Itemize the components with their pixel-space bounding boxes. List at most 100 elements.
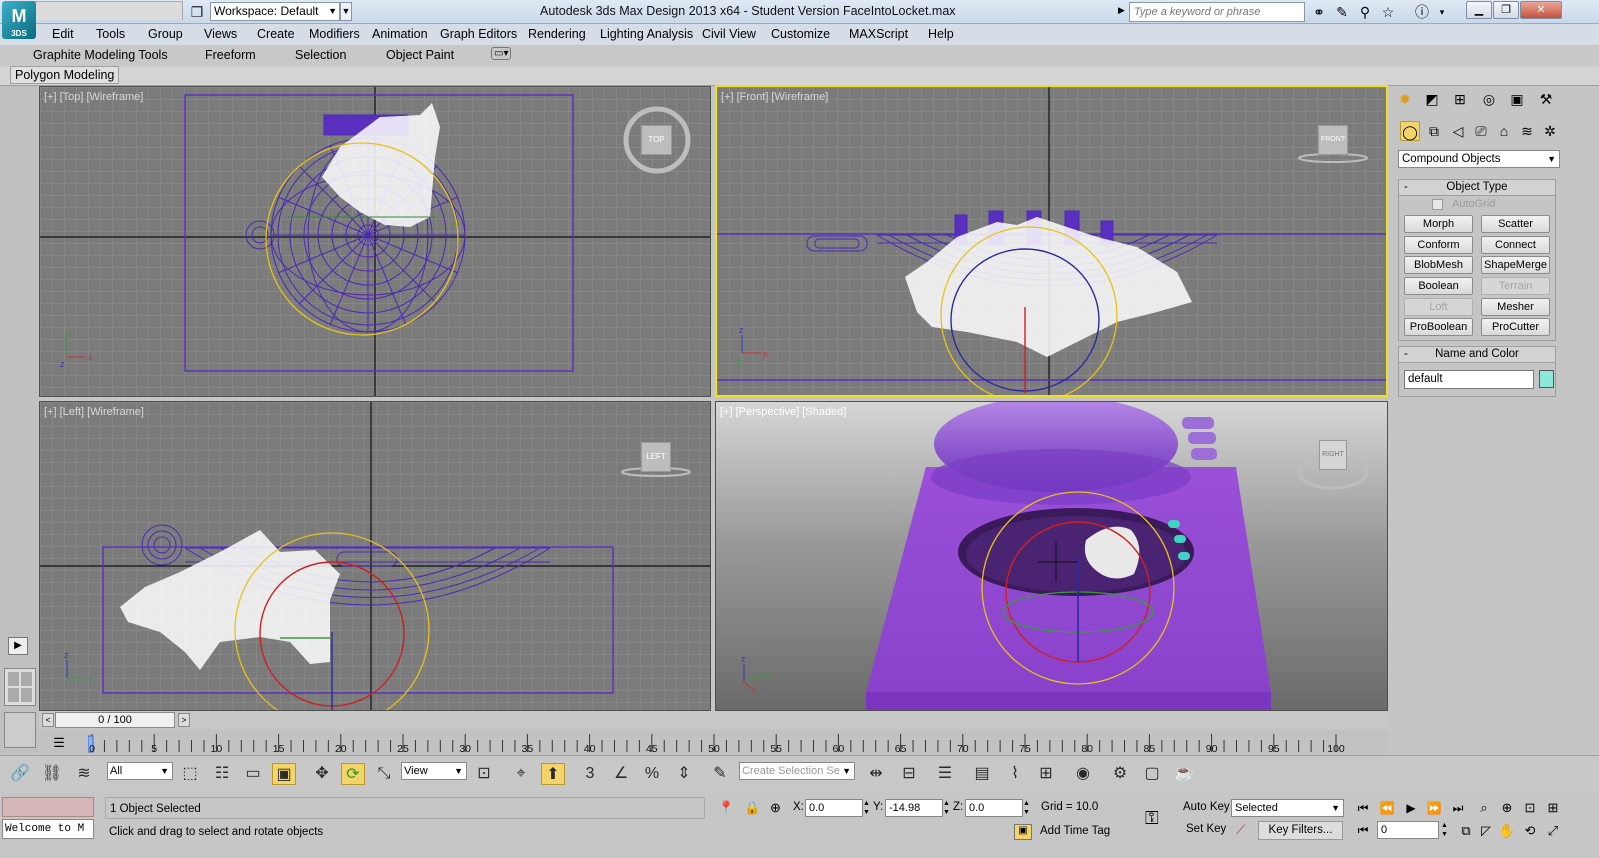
y-coordinate-field[interactable]: -14.98 xyxy=(885,799,943,817)
utilities-tab-icon[interactable]: ⚒ xyxy=(1536,89,1556,109)
go-to-start-icon[interactable]: ⏮ xyxy=(1352,800,1374,816)
selection-lock-icon[interactable]: 🔒 xyxy=(744,800,760,816)
time-slider-prev-button[interactable]: < xyxy=(42,713,54,727)
time-tag-icon[interactable]: ▣ xyxy=(1014,824,1032,840)
x-coordinate-field[interactable]: 0.0 xyxy=(805,799,863,817)
schematic-view-icon[interactable]: ⊞ xyxy=(1034,763,1058,785)
zoom-extents-all-icon[interactable]: ⊞ xyxy=(1543,799,1563,817)
zoom-extents-icon[interactable]: ⊡ xyxy=(1520,799,1540,817)
viewcube-top[interactable]: TOP xyxy=(641,125,672,155)
shapes-icon[interactable]: ⧉ xyxy=(1424,121,1444,141)
motion-tab-icon[interactable]: ◎ xyxy=(1479,89,1499,109)
select-object-icon[interactable]: ⬚ xyxy=(178,763,202,785)
viewcube-left[interactable]: LEFT xyxy=(641,442,671,472)
selection-filter-dropdown[interactable]: All ▼ xyxy=(107,762,173,780)
single-viewport-layout-icon[interactable] xyxy=(4,712,36,748)
time-configuration-icon[interactable]: ⧉ xyxy=(1456,822,1476,840)
workspace-dropdown[interactable]: Workspace: Default ▼ xyxy=(210,2,340,21)
time-slider-thumb[interactable]: 0 / 100 xyxy=(55,712,175,728)
loft-button[interactable]: Loft xyxy=(1404,298,1473,316)
menu-tools[interactable]: Tools xyxy=(96,27,125,41)
edit-named-selection-icon[interactable]: ✎ xyxy=(708,763,732,785)
space-warps-icon[interactable]: ≋ xyxy=(1517,121,1537,141)
render-setup-icon[interactable]: ⚙ xyxy=(1108,763,1132,785)
maximize-button[interactable]: ❐ xyxy=(1493,1,1519,19)
viewport-perspective[interactable]: zy [+] [Perspective] [Shaded] RIGHT xyxy=(715,401,1388,711)
play-icon[interactable]: ▶ xyxy=(1400,800,1422,816)
shapemerge-button[interactable]: ShapeMerge xyxy=(1481,256,1550,274)
next-frame-icon[interactable]: ⏩ xyxy=(1423,800,1445,816)
angle-snap-icon[interactable]: ∠ xyxy=(609,763,633,785)
field-of-view-icon[interactable]: ◸ xyxy=(1476,822,1496,840)
viewport-top[interactable]: y x z [+] [Top] [Wireframe] TOP xyxy=(39,86,711,397)
menu-maxscript[interactable]: MAXScript xyxy=(849,27,908,41)
object-category-dropdown[interactable]: Compound Objects ▼ xyxy=(1398,150,1560,168)
window-crossing-icon[interactable]: ▣ xyxy=(272,763,296,785)
helpers-icon[interactable]: ⌂ xyxy=(1494,121,1514,141)
z-coordinate-field[interactable]: 0.0 xyxy=(965,799,1023,817)
z-spinner[interactable]: ▲ ▼ xyxy=(1023,799,1031,817)
select-and-link-icon[interactable]: 🔗 xyxy=(8,763,32,785)
maximize-viewport-icon[interactable]: ⤢ xyxy=(1543,822,1563,840)
object-type-rollout-header[interactable]: - Object Type xyxy=(1398,179,1556,196)
menu-rendering[interactable]: Rendering xyxy=(528,27,586,41)
rendered-frame-window-icon[interactable]: ▢ xyxy=(1140,763,1164,785)
maxscript-mini-listener-input[interactable]: Welcome to M xyxy=(2,819,94,839)
named-selection-sets-dropdown[interactable]: Create Selection Se ▼ xyxy=(739,762,855,780)
frame-spinner[interactable]: ▲ ▼ xyxy=(1441,821,1449,839)
pivot-center-icon[interactable]: ⊡ xyxy=(472,763,496,785)
menu-lighting-analysis[interactable]: Lighting Analysis xyxy=(600,27,693,41)
mirror-icon[interactable]: ⇹ xyxy=(864,763,888,785)
bind-space-warp-icon[interactable]: ≋ xyxy=(72,763,96,785)
cameras-icon[interactable]: ⎚ xyxy=(1471,121,1491,141)
menu-help[interactable]: Help xyxy=(928,27,954,41)
blobmesh-button[interactable]: BlobMesh xyxy=(1404,256,1473,274)
viewport-front-label[interactable]: [+] [Front] [Wireframe] xyxy=(721,91,828,103)
absolute-mode-icon[interactable]: ⊕ xyxy=(770,800,781,816)
add-time-tag[interactable]: Add Time Tag xyxy=(1040,825,1110,837)
expand-layout-tab-icon[interactable]: ▶ xyxy=(8,637,28,655)
menu-modifiers[interactable]: Modifiers xyxy=(309,27,360,41)
rectangular-selection-icon[interactable]: ▭ xyxy=(241,763,265,785)
menu-animation[interactable]: Animation xyxy=(372,27,428,41)
menu-edit[interactable]: Edit xyxy=(52,27,74,41)
viewport-left-label[interactable]: [+] [Left] [Wireframe] xyxy=(44,406,144,418)
conform-button[interactable]: Conform xyxy=(1404,236,1473,254)
tab-object-paint[interactable]: Object Paint xyxy=(386,48,454,62)
favorites-star-icon[interactable]: ☆ xyxy=(1378,3,1398,21)
menu-graph-editors[interactable]: Graph Editors xyxy=(440,27,517,41)
systems-icon[interactable]: ✲ xyxy=(1540,121,1560,141)
time-slider-next-button[interactable]: > xyxy=(178,713,190,727)
viewcube-perspective[interactable]: RIGHT xyxy=(1319,440,1347,470)
key-mode-dropdown[interactable]: Selected ▼ xyxy=(1231,799,1344,817)
help-icon[interactable]: ⓘ xyxy=(1412,3,1432,21)
menu-views[interactable]: Views xyxy=(204,27,237,41)
tab-freeform[interactable]: Freeform xyxy=(205,48,256,62)
menu-create[interactable]: Create xyxy=(257,27,295,41)
menu-customize[interactable]: Customize xyxy=(771,27,830,41)
percent-snap-icon[interactable]: % xyxy=(640,763,664,785)
unlink-selection-icon[interactable]: ⛓ xyxy=(40,763,64,785)
select-and-move-icon[interactable]: ✥ xyxy=(310,763,334,785)
auto-key-button[interactable]: Auto Key xyxy=(1183,801,1230,813)
menu-civil-view[interactable]: Civil View xyxy=(702,27,756,41)
key-mode-toggle-icon[interactable]: ⏮ xyxy=(1352,822,1374,838)
reference-coordinate-dropdown[interactable]: View ▼ xyxy=(401,762,467,780)
help-dropdown-icon[interactable]: ▾ xyxy=(1432,3,1452,21)
viewport-front-active[interactable]: z x y [+] [Front] [Wireframe] FRONT xyxy=(715,85,1388,397)
current-frame-field[interactable]: 0 xyxy=(1377,821,1439,839)
search-expand-icon[interactable]: ▶ xyxy=(1118,5,1125,16)
hierarchy-tab-icon[interactable]: ⊞ xyxy=(1450,89,1470,109)
subscription-icon[interactable]: ✎ xyxy=(1332,3,1352,21)
object-name-input[interactable]: default xyxy=(1404,370,1534,389)
x-spinner[interactable]: ▲ ▼ xyxy=(863,799,871,817)
terrain-button[interactable]: Terrain xyxy=(1481,277,1550,295)
set-key-button[interactable]: Set Key xyxy=(1186,823,1226,835)
binoculars-icon[interactable]: ⚭ xyxy=(1309,3,1329,21)
curve-editor-icon[interactable]: ☰ xyxy=(49,735,69,751)
close-button[interactable]: ✕ xyxy=(1520,1,1562,19)
name-color-rollout-header[interactable]: - Name and Color xyxy=(1398,346,1556,363)
keyboard-shortcut-override-icon[interactable]: ⬆ xyxy=(541,763,565,785)
isolate-selection-icon[interactable]: 📍 xyxy=(718,800,734,816)
procutter-button[interactable]: ProCutter xyxy=(1481,318,1550,336)
